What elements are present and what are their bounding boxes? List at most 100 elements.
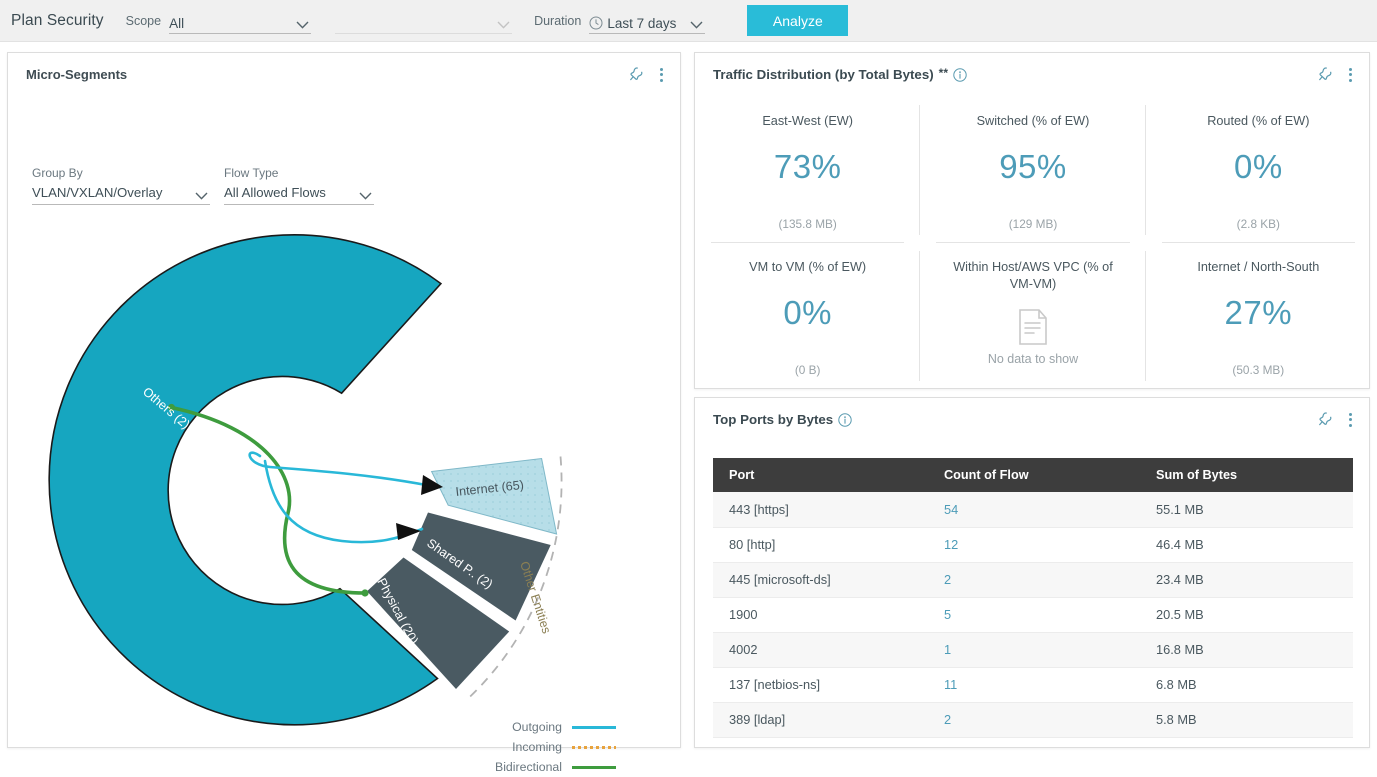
cell-port: 80 [http] (713, 527, 928, 563)
no-data-text: No data to show (987, 352, 1079, 366)
table-row[interactable]: 80 [http] 12 46.4 MB (713, 527, 1353, 563)
flow-type-label: Flow Type (224, 166, 279, 180)
metric-routed[interactable]: Routed (% of EW) 0% (2.8 KB) (1146, 97, 1371, 243)
cell-count-of-flow[interactable]: 2 (928, 702, 1140, 738)
legend-swatch-outgoing (572, 725, 616, 729)
cell-count-of-flow[interactable]: 1 (928, 632, 1140, 668)
legend-label-bidirectional: Bidirectional (495, 760, 562, 774)
flow-type-value: All Allowed Flows (224, 185, 326, 200)
cell-sum-of-bytes: 20.5 MB (1140, 597, 1353, 633)
table-header-row: Port Count of Flow Sum of Bytes (713, 458, 1353, 492)
analyze-button[interactable]: Analyze (747, 5, 849, 36)
scope-secondary-select[interactable] (335, 8, 513, 34)
legend-label-outgoing: Outgoing (512, 720, 562, 734)
traffic-distribution-card: Traffic Distribution (by Total Bytes) **… (694, 52, 1370, 389)
traffic-distribution-title-text: Traffic Distribution (by Total Bytes) (713, 67, 934, 82)
micro-segments-chart[interactable]: Others (2) Internet (65) Shared P.. (2) … (22, 213, 672, 743)
traffic-distribution-footnote-marker: ** (938, 65, 948, 80)
metric-within-host-aws-vpc[interactable]: Within Host/AWS VPC (% of VM-VM) No data… (920, 243, 1146, 389)
cell-count-of-flow[interactable]: 2 (928, 562, 1140, 598)
traffic-distribution-title: Traffic Distribution (by Total Bytes) ** (713, 65, 967, 82)
cell-count-of-flow[interactable]: 54 (928, 492, 1140, 528)
table-row[interactable]: 4002 1 16.8 MB (713, 632, 1353, 668)
page-title: Plan Security (11, 11, 104, 29)
metric-subvalue: (0 B) (794, 363, 821, 377)
metric-east-west[interactable]: East-West (EW) 73% (135.8 MB) (695, 97, 921, 243)
legend-item: Incoming (476, 737, 616, 757)
metric-subvalue: (135.8 MB) (778, 217, 837, 231)
column-header-count-of-flow[interactable]: Count of Flow (928, 458, 1140, 492)
metric-label: Within Host/AWS VPC (% of VM-VM) (953, 260, 1113, 291)
cell-port: 445 [microsoft-ds] (713, 562, 928, 598)
overflow-menu-icon[interactable] (1343, 66, 1357, 83)
cell-port: 1900 (713, 597, 928, 633)
info-icon[interactable] (838, 412, 852, 427)
no-data-document-icon (1018, 309, 1048, 345)
scope-select-value: All (169, 15, 185, 31)
group-by-value: VLAN/VXLAN/Overlay (32, 185, 163, 200)
donut-segment-others[interactable] (48, 234, 443, 726)
metric-vm-to-vm[interactable]: VM to VM (% of EW) 0% (0 B) (695, 243, 921, 389)
metric-switched[interactable]: Switched (% of EW) 95% (129 MB) (920, 97, 1146, 243)
duration-select[interactable]: Last 7 days (589, 8, 706, 34)
traffic-metrics-grid: East-West (EW) 73% (135.8 MB) Switched (… (695, 97, 1371, 389)
table-row[interactable]: 137 [netbios-ns] 11 6.8 MB (713, 667, 1353, 703)
overflow-menu-icon[interactable] (1343, 411, 1357, 428)
table-row[interactable]: 445 [microsoft-ds] 2 23.4 MB (713, 562, 1353, 598)
cell-port: 4002 (713, 632, 928, 668)
metric-subvalue: (50.3 MB) (1232, 363, 1285, 377)
cell-sum-of-bytes: 6.8 MB (1140, 667, 1353, 703)
cell-port: 137 [netbios-ns] (713, 667, 928, 703)
micro-segments-title-text: Micro-Segments (26, 67, 128, 82)
chevron-down-icon (296, 21, 309, 29)
column-header-sum-of-bytes[interactable]: Sum of Bytes (1140, 458, 1353, 492)
cell-port: 443 [https] (713, 492, 928, 528)
metric-internet-north-south[interactable]: Internet / North-South 27% (50.3 MB) (1146, 243, 1371, 389)
cell-count-of-flow[interactable]: 5 (928, 597, 1140, 633)
group-by-select[interactable]: Group By VLAN/VXLAN/Overlay (32, 166, 210, 205)
flow-bidirectional (169, 405, 367, 595)
pin-icon[interactable] (1316, 66, 1333, 83)
cell-count-of-flow[interactable]: 12 (928, 527, 1140, 563)
top-ports-card: Top Ports by Bytes Port Count of Flow Su… (694, 397, 1370, 748)
clock-icon (589, 16, 603, 30)
metric-value: 27% (1224, 294, 1293, 331)
cell-sum-of-bytes: 16.8 MB (1140, 632, 1353, 668)
metric-label: Routed (% of EW) (1207, 114, 1310, 128)
cell-sum-of-bytes: 23.4 MB (1140, 562, 1353, 598)
metric-label: VM to VM (% of EW) (749, 260, 867, 274)
legend-label-incoming: Incoming (512, 740, 562, 754)
metric-value: 95% (999, 148, 1067, 185)
flow-legend: Outgoing Incoming Bidirectional (476, 717, 616, 777)
table-row[interactable]: 443 [https] 54 55.1 MB (713, 492, 1353, 528)
pin-icon[interactable] (1316, 411, 1333, 428)
top-ports-table[interactable]: Port Count of Flow Sum of Bytes 443 [htt… (713, 458, 1353, 738)
legend-swatch-incoming (572, 745, 616, 749)
cell-count-of-flow[interactable]: 11 (928, 667, 1140, 703)
metric-value: 0% (783, 294, 833, 331)
info-icon[interactable] (953, 67, 967, 82)
scope-select[interactable]: All (169, 8, 312, 34)
duration-label: Duration (534, 13, 582, 28)
chevron-down-icon (497, 21, 510, 29)
cell-sum-of-bytes: 46.4 MB (1140, 527, 1353, 563)
column-header-port[interactable]: Port (713, 458, 928, 492)
overflow-menu-icon[interactable] (654, 66, 668, 83)
top-toolbar: Plan Security Scope All Duration Last 7 … (0, 0, 1377, 42)
cell-port: 389 [ldap] (713, 702, 928, 738)
flow-outgoing-internet (248, 451, 428, 487)
table-row[interactable]: 389 [ldap] 2 5.8 MB (713, 702, 1353, 738)
metric-value: 0% (1233, 148, 1283, 185)
legend-swatch-bidirectional (572, 765, 616, 769)
legend-item: Outgoing (476, 717, 616, 737)
cell-sum-of-bytes: 5.8 MB (1140, 702, 1353, 738)
flow-type-select[interactable]: Flow Type All Allowed Flows (224, 166, 374, 205)
pin-icon[interactable] (627, 66, 644, 83)
micro-segments-title: Micro-Segments (26, 67, 127, 82)
table-row[interactable]: 1900 5 20.5 MB (713, 597, 1353, 633)
duration-select-value: Last 7 days (607, 15, 677, 31)
legend-item: Bidirectional (476, 757, 616, 777)
metric-subvalue: (129 MB) (1008, 217, 1058, 231)
metric-value: 73% (773, 148, 842, 185)
group-by-label: Group By (32, 166, 83, 180)
